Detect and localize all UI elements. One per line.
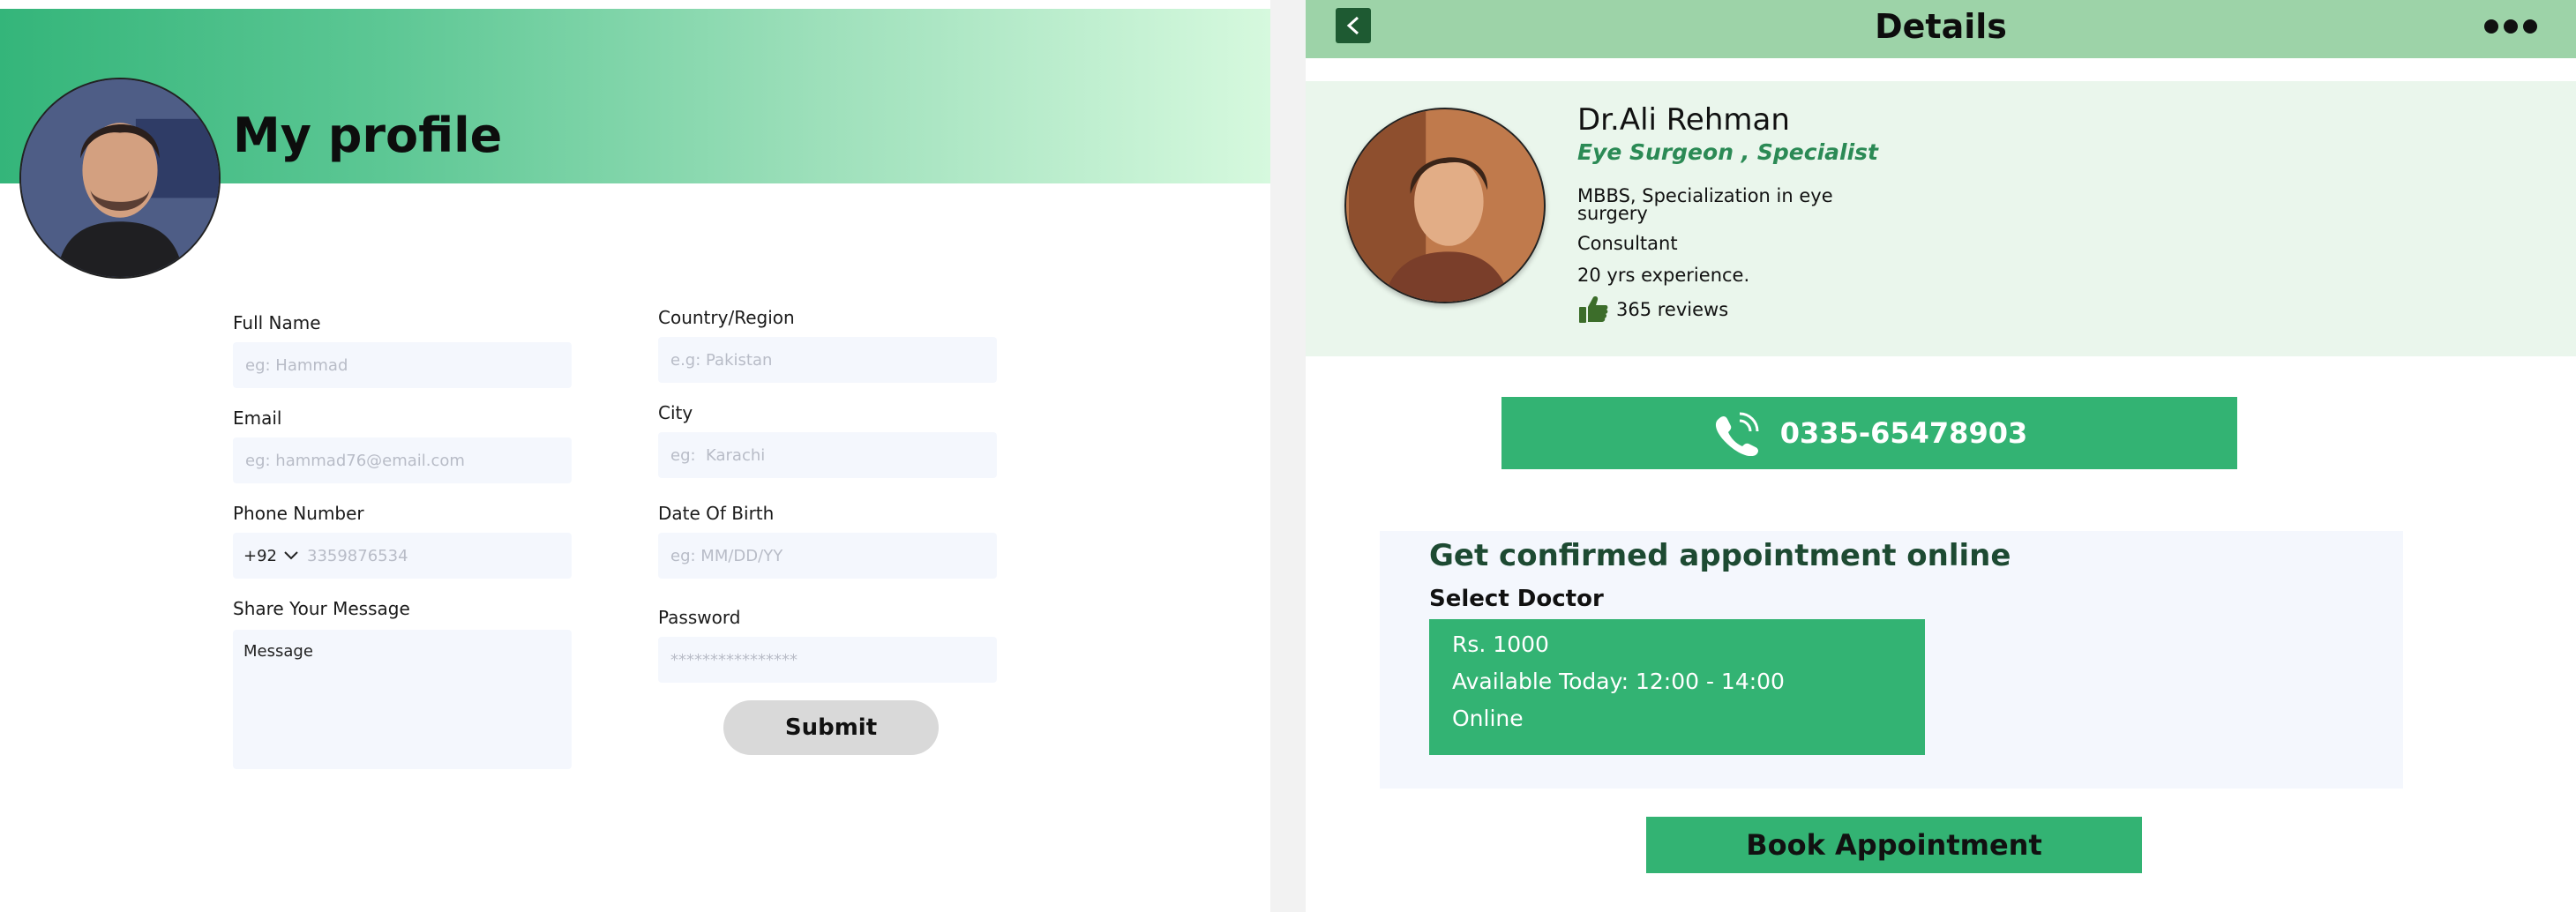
password-input[interactable] <box>669 649 986 670</box>
phone-call-icon <box>1715 412 1759 456</box>
message-placeholder: Message <box>243 642 313 661</box>
dob-input[interactable] <box>669 545 986 566</box>
country-input[interactable] <box>669 349 986 370</box>
country-field[interactable] <box>658 337 997 383</box>
panel-divider <box>1270 0 1306 912</box>
email-input[interactable] <box>243 450 561 471</box>
country-code-value: +92 <box>243 546 277 565</box>
password-label: Password <box>658 607 741 628</box>
reviews-count: 365 reviews <box>1616 299 1729 320</box>
profile-avatar-image <box>21 79 219 277</box>
phone-field[interactable]: +92 <box>233 533 572 579</box>
city-input[interactable] <box>669 445 986 466</box>
phone-input[interactable] <box>305 545 561 566</box>
phone-number: 0335-65478903 <box>1779 416 2028 450</box>
profile-avatar[interactable] <box>19 78 221 279</box>
dob-field[interactable] <box>658 533 997 579</box>
doctor-experience: 20 yrs experience. <box>1577 265 1750 286</box>
call-button[interactable]: 0335-65478903 <box>1501 397 2237 469</box>
book-appointment-button[interactable]: Book Appointment <box>1646 817 2142 873</box>
doctor-name: Dr.Ali Rehman <box>1577 102 1790 138</box>
full-name-label: Full Name <box>233 312 321 333</box>
email-label: Email <box>233 407 282 429</box>
dot <box>2523 19 2537 34</box>
details-title: Details <box>1875 7 2007 46</box>
city-field[interactable] <box>658 432 997 478</box>
country-code-select[interactable]: +92 <box>243 547 298 565</box>
message-textarea[interactable]: Message <box>233 630 572 769</box>
doctor-avatar <box>1344 108 1546 303</box>
full-name-input[interactable] <box>243 355 561 376</box>
full-name-field[interactable] <box>233 342 572 388</box>
back-button[interactable] <box>1336 8 1371 43</box>
password-field[interactable] <box>658 637 997 683</box>
back-chevron-icon <box>1346 16 1359 35</box>
availability-time: Available Today: 12:00 - 14:00 <box>1452 669 1785 694</box>
appointment-heading: Get confirmed appointment online <box>1429 538 2011 573</box>
message-label: Share Your Message <box>233 598 410 619</box>
thumbs-up-icon <box>1579 296 1608 323</box>
email-field[interactable] <box>233 437 572 483</box>
country-label: Country/Region <box>658 307 795 328</box>
header-spacer <box>1306 58 2576 81</box>
page-title: My profile <box>233 108 503 163</box>
doctor-avatar-image <box>1349 109 1541 302</box>
dot <box>2504 19 2518 34</box>
profile-panel: My profile Full Name Email Phone Number … <box>0 0 1270 912</box>
doctor-role: Consultant <box>1577 233 1678 254</box>
details-header: Details <box>1306 0 2576 58</box>
consultation-fee: Rs. 1000 <box>1452 632 1549 657</box>
more-dots-icon[interactable] <box>2484 19 2537 34</box>
doctor-qualification: MBBS, Specialization in eye surgery <box>1577 185 1833 224</box>
consultation-mode: Online <box>1452 706 1524 731</box>
phone-label: Phone Number <box>233 503 364 524</box>
chevron-down-icon <box>284 551 298 560</box>
select-doctor-label: Select Doctor <box>1429 586 1604 612</box>
doctor-option-card[interactable]: Rs. 1000 Available Today: 12:00 - 14:00 … <box>1429 619 1925 755</box>
doctor-reviews[interactable]: 365 reviews <box>1577 295 1728 325</box>
dot <box>2484 19 2498 34</box>
submit-button[interactable]: Submit <box>723 700 939 755</box>
doctor-specialty: Eye Surgeon , Specialist <box>1577 139 1878 165</box>
city-label: City <box>658 402 693 423</box>
dob-label: Date Of Birth <box>658 503 775 524</box>
details-panel: Details Dr.Ali Rehman Eye Surgeon , Spec… <box>1306 0 2576 901</box>
